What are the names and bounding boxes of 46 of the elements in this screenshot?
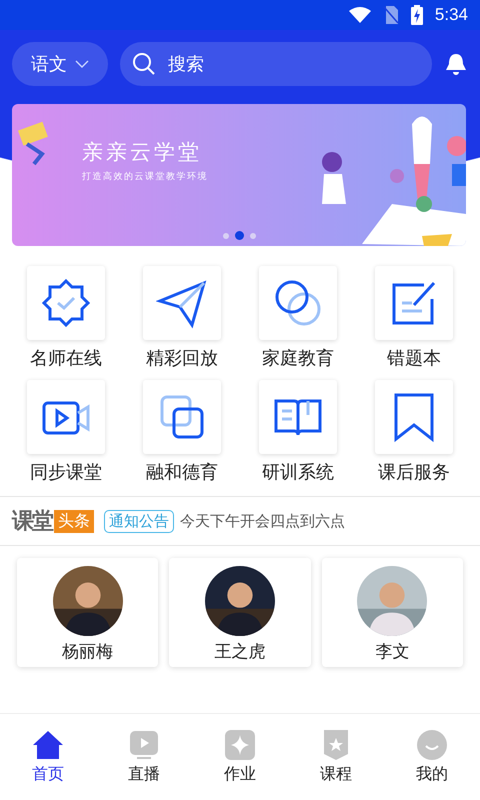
feature-tile[interactable] xyxy=(143,266,221,340)
headline-tag: 头条 xyxy=(54,510,94,532)
teacher-card[interactable]: 李文 xyxy=(322,558,463,667)
bell-icon[interactable] xyxy=(444,52,468,76)
teacher-card[interactable]: 王之虎 xyxy=(169,558,311,667)
feature-label: 家庭教育 xyxy=(262,347,334,370)
wifi-icon xyxy=(348,7,371,23)
feature-label: 错题本 xyxy=(387,347,441,370)
teacher-card[interactable]: 杨丽梅 xyxy=(17,558,158,667)
teacher-name: 李文 xyxy=(375,641,410,663)
feature-label: 研训系统 xyxy=(262,461,334,484)
status-time: 5:34 xyxy=(434,5,468,25)
notice-text[interactable]: 今天下午开会四点到六点 xyxy=(180,512,345,530)
search-icon xyxy=(132,52,156,76)
feature-label: 名师在线 xyxy=(30,347,102,370)
feature-tile[interactable] xyxy=(375,266,453,340)
teacher-name: 王之虎 xyxy=(214,641,266,663)
subject-dropdown[interactable]: 语文 xyxy=(12,42,108,86)
banner-title: 亲亲云学堂 xyxy=(82,139,203,166)
feature-label: 课后服务 xyxy=(378,461,450,484)
notice-tag: 通知公告 xyxy=(104,510,174,532)
feature-tile[interactable] xyxy=(259,266,337,340)
no-sim-icon xyxy=(382,6,399,24)
battery-icon xyxy=(410,5,423,25)
banner-subtitle: 打造高效的云课堂教学环境 xyxy=(82,170,208,183)
feature-tile[interactable] xyxy=(27,266,105,340)
news-logo: 课堂 xyxy=(12,508,52,536)
teacher-name: 杨丽梅 xyxy=(62,641,114,663)
nav-tab[interactable]: 我的 xyxy=(384,730,480,784)
badge-check-icon xyxy=(40,277,92,329)
feature-label: 融和德育 xyxy=(146,461,218,484)
feature-label: 精彩回放 xyxy=(146,347,218,370)
play-icon xyxy=(128,730,160,760)
chevron-down-icon xyxy=(75,60,89,68)
feature-label: 同步课堂 xyxy=(30,461,102,484)
feature-tile[interactable] xyxy=(27,380,105,454)
home-icon xyxy=(32,730,64,760)
sparkle-icon xyxy=(224,730,256,760)
smile-icon xyxy=(416,730,448,760)
nav-tab[interactable]: 直播 xyxy=(96,730,192,784)
nav-tab[interactable]: 作业 xyxy=(192,730,288,784)
feature-tile[interactable] xyxy=(375,380,453,454)
feature-tile[interactable] xyxy=(259,380,337,454)
nav-tab[interactable]: 首页 xyxy=(0,730,96,784)
nav-tab[interactable]: 课程 xyxy=(288,730,384,784)
feature-tile[interactable] xyxy=(143,380,221,454)
